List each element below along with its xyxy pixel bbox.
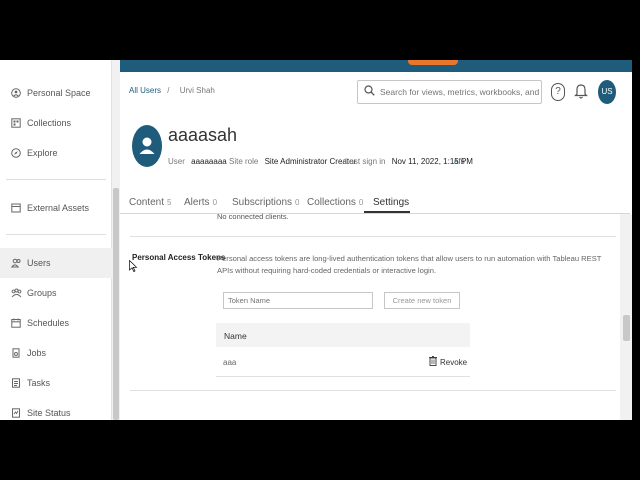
breadcrumb: All Users / Urvi Shah [129,86,215,95]
bell-icon[interactable] [574,82,588,100]
column-header-name: Name [224,331,247,341]
database-icon [11,203,21,213]
revoke-label: Revoke [440,357,468,367]
breadcrumb-separator: / [167,86,170,95]
tab-subscriptions[interactable]: Subscriptions 0 [232,197,299,208]
tab-alerts[interactable]: Alerts 0 [184,197,217,208]
jobs-icon [11,348,21,358]
user-label: User [168,157,185,166]
users-icon [10,258,21,268]
sidebar-item-collections[interactable]: Collections [0,108,112,138]
window-edge [632,60,640,420]
breadcrumb-all-users[interactable]: All Users [129,86,161,95]
tab-label: Content [129,197,165,208]
sidebar-item-label: Explore [27,148,58,158]
sidebar-item-label: Schedules [27,318,70,328]
tab-count: 5 [167,198,172,207]
user-extra[interactable]: afs [454,157,465,166]
status-icon [11,408,21,418]
tab-label: Collections [307,197,356,208]
main-scrollbar-thumb[interactable] [623,315,630,341]
sidebar-item-label: Personal Space [27,88,91,98]
role-label: Site role [229,157,259,166]
sidebar-scrollbar-thumb[interactable] [113,188,119,420]
user-username: User aaaaaaaa [168,157,227,166]
sidebar-divider [6,234,106,235]
top-banner [120,60,640,72]
table-row-divider [216,376,470,377]
sidebar-divider [6,179,106,180]
sidebar: Personal Space Collections Explore Exter… [0,60,112,420]
user-display-name: aaaasah [168,125,238,145]
tab-content[interactable]: Content 5 [129,197,171,208]
search-input[interactable] [380,87,540,97]
sidebar-item-label: Groups [27,288,57,298]
trash-icon [429,356,437,368]
calendar-icon [11,318,21,328]
sidebar-item-site-status[interactable]: Site Status [0,398,112,420]
pat-section-title: Personal Access Tokens [132,253,226,262]
connected-clients-text: No connected clients. [217,212,289,221]
tab-settings[interactable]: Settings [373,197,409,208]
sidebar-item-tasks[interactable]: Tasks [0,368,112,398]
person-icon [11,88,21,98]
user-avatar [132,125,162,167]
sidebar-item-users[interactable]: Users [0,248,112,278]
compass-icon [11,148,21,158]
sidebar-item-label: Collections [27,118,72,128]
tab-count: 0 [295,198,300,207]
sidebar-item-groups[interactable]: Groups [0,278,112,308]
tokens-table-header [216,323,470,347]
person-icon [139,137,155,154]
user-site-role: Site role Site Administrator Creator [229,157,356,166]
sidebar-item-label: External Assets [27,203,90,213]
signin-label: Last sign in [345,157,386,166]
sidebar-item-label: Jobs [27,348,47,358]
extra-link[interactable]: afs [454,157,465,166]
sidebar-item-label: Users [27,258,51,268]
user-value: aaaaaaaa [191,157,227,166]
search-box[interactable] [357,80,542,104]
role-value: Site Administrator Creator [264,157,357,166]
token-name-input[interactable] [223,292,373,309]
app-window: Personal Space Collections Explore Exter… [0,60,640,420]
create-token-button[interactable]: Create new token [384,292,460,309]
revoke-button[interactable]: Revoke [429,356,467,368]
search-icon [364,85,375,99]
collections-icon [11,118,21,128]
sidebar-item-personal-space[interactable]: Personal Space [0,78,112,108]
sidebar-item-schedules[interactable]: Schedules [0,308,112,338]
section-divider [130,390,616,391]
sidebar-item-explore[interactable]: Explore [0,138,112,168]
section-divider [130,236,616,237]
tab-collections[interactable]: Collections 0 [307,197,363,208]
sidebar-item-external-assets[interactable]: External Assets [0,193,112,223]
mouse-cursor-icon [129,260,137,272]
pat-description: Personal access tokens are long-lived au… [217,254,602,275]
active-tab-indicator [364,211,410,213]
tab-label: Settings [373,197,410,208]
tab-label: Alerts [184,197,210,208]
tasks-icon [11,378,21,388]
tab-label: Subscriptions [232,197,293,208]
account-avatar[interactable]: US [598,80,616,104]
tab-count: 0 [212,198,218,207]
breadcrumb-current: Urvi Shah [179,86,215,95]
sidebar-item-jobs[interactable]: Jobs [0,338,112,368]
banner-tab[interactable] [408,60,458,65]
tab-count: 0 [358,198,364,207]
help-icon[interactable]: ? [551,83,565,101]
sidebar-item-label: Site Status [27,408,71,418]
sidebar-item-label: Tasks [27,378,51,388]
token-name-cell: aaa [223,358,237,367]
groups-icon [11,288,22,298]
